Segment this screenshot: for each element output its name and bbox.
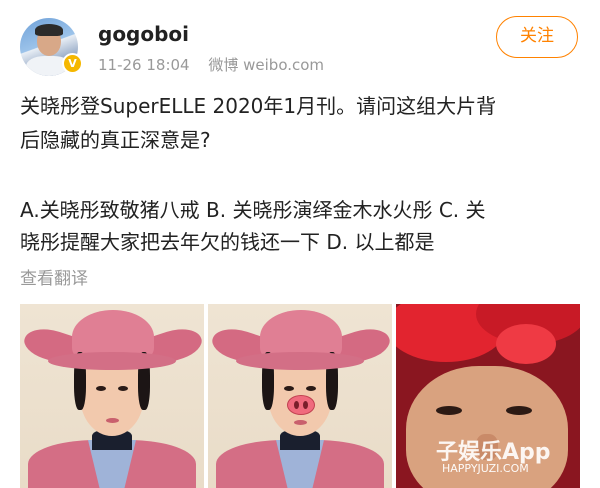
post-time: 11-26 18:04 [98,56,190,74]
post-image-1[interactable] [20,304,204,488]
pig-nose-icon [287,395,315,415]
post-text-line: 关晓彤登SuperELLE 2020年1月刊。请问这组大片背 [20,94,497,118]
post-source: 微博 weibo.com [208,56,325,74]
post-text-line: 晓彤提醒大家把去年欠的钱还一下 D. 以上都是 [20,230,435,254]
post-text-line: A.关晓彤致敬猪八戒 B. 关晓彤演绎金木水火彤 C. 关 [20,198,486,222]
post-meta: 11-26 18:04 微博 weibo.com [98,54,324,75]
watermark: 子娱乐App HAPPYJUZI.COM [436,434,586,484]
view-translation-link[interactable]: 查看翻译 [20,264,88,289]
post-image-2[interactable] [208,304,392,488]
post-text-line: 后隐藏的真正深意是? [20,128,211,152]
username[interactable]: gogoboi [98,22,189,46]
watermark-url: HAPPYJUZI.COM [442,462,529,475]
follow-button[interactable]: 关注 [496,16,578,58]
verified-badge-icon: V [62,53,83,74]
